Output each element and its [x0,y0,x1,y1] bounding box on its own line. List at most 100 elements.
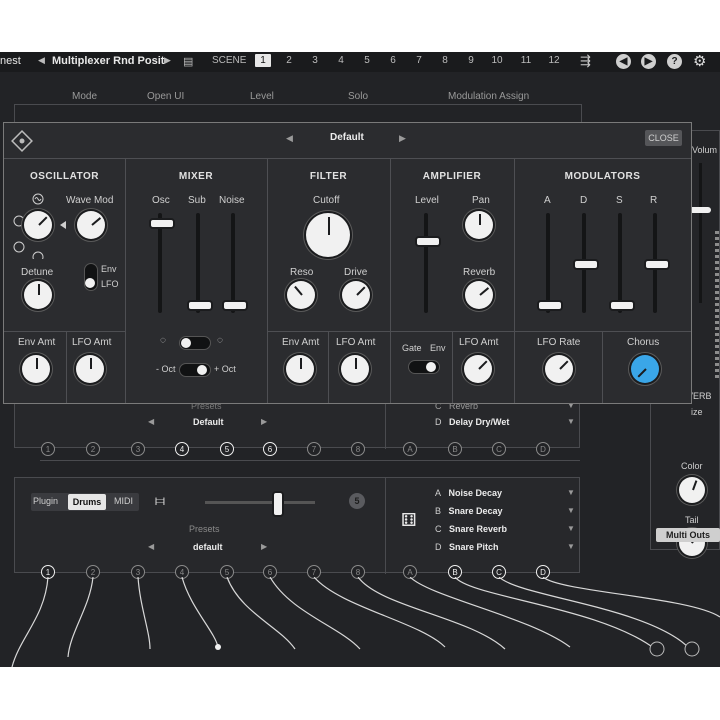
upper-port-4[interactable]: 4 [175,442,189,456]
mixer-osc-thumb[interactable] [149,217,175,229]
modal-preset-name[interactable]: Default [330,132,364,143]
help-icon[interactable]: ? [667,54,682,69]
tab-midi[interactable]: MIDI [114,496,133,506]
upper-mod-port-d[interactable]: D [536,442,550,456]
filter-env-amt-knob[interactable] [286,355,314,383]
scene-12[interactable]: 12 [546,55,562,66]
upper-next-preset[interactable]: ▶ [261,417,267,426]
upper-port-6[interactable]: 6 [263,442,277,456]
attack-track[interactable] [546,213,550,313]
pan-knob[interactable] [465,211,493,239]
solo-badge[interactable]: 5 [349,493,365,509]
scene-7[interactable]: 7 [411,55,427,66]
close-button[interactable]: CLOSE [645,130,682,146]
scene-2[interactable]: 2 [281,55,297,66]
tab-drums[interactable]: Drums [68,494,106,510]
drive-knob[interactable] [342,281,370,309]
drum-mod-slot-c[interactable]: C Snare Reverb [435,524,507,534]
release-thumb[interactable] [644,259,670,270]
next-preset-arrow[interactable]: ▶ [164,55,171,66]
scene-9[interactable]: 9 [463,55,479,66]
scene-4[interactable]: 4 [333,55,349,66]
mixer-noise-thumb[interactable] [222,300,248,312]
drum-mod-slot-a[interactable]: A Noise Decay [435,488,502,498]
drum-mod-dropdown-b[interactable]: ▼ [567,506,575,515]
upper-port-5[interactable]: 5 [220,442,234,456]
mixer-sliders-icon[interactable]: ⧦ [155,492,165,510]
upper-mod-port-b[interactable]: B [448,442,462,456]
volume-thumb[interactable] [689,207,711,213]
osc-env-amt-knob[interactable] [22,355,50,383]
reso-knob[interactable] [287,281,315,309]
drum-mod-slot-b[interactable]: B Snare Decay [435,506,503,516]
drum-mod-slot-d[interactable]: D Snare Pitch [435,542,499,552]
upper-port-3[interactable]: 3 [131,442,145,456]
preset-name[interactable]: Multiplexer Rnd Posit [52,55,164,67]
scene-3[interactable]: 3 [307,55,323,66]
drum-next-preset[interactable]: ▶ [261,542,267,551]
amp-level-track[interactable] [424,213,428,313]
tab-plugin[interactable]: Plugin [33,496,58,506]
scene-11[interactable]: 11 [518,55,534,66]
scene-6[interactable]: 6 [385,55,401,66]
scene-8[interactable]: 8 [437,55,453,66]
upper-prev-preset[interactable]: ◀ [148,417,154,426]
amp-lfo-amt-knob[interactable] [464,355,492,383]
output-jack-right[interactable] [684,641,700,657]
decay-thumb[interactable] [573,259,599,270]
drum-prev-preset[interactable]: ◀ [148,542,154,551]
amp-reverb-knob[interactable] [465,281,493,309]
osc-lfo-amt-knob[interactable] [76,355,104,383]
wave-mod-knob[interactable] [77,211,105,239]
scene-1[interactable]: 1 [255,54,271,67]
scene-5[interactable]: 5 [359,55,375,66]
modal-next-preset[interactable]: ▶ [399,133,406,144]
back-icon[interactable]: ◀ [616,54,631,69]
env-lfo-toggle[interactable] [84,263,98,291]
scene-10[interactable]: 10 [489,55,505,66]
detune-knob[interactable] [24,281,52,309]
amp-level-thumb[interactable] [415,236,441,247]
drum-level-thumb[interactable] [272,491,284,517]
drum-preset-name[interactable]: default [193,542,223,552]
mixer-sub-track[interactable] [196,213,200,313]
gate-env-toggle[interactable] [408,360,440,374]
sustain-thumb[interactable] [609,300,635,312]
drum-mod-dropdown-a[interactable]: ▼ [567,488,575,497]
upper-port-1[interactable]: 1 [41,442,55,456]
tail-label: Tail [685,515,699,525]
upper-mod-port-a[interactable]: A [403,442,417,456]
prev-preset-arrow[interactable]: ◀ [38,55,45,66]
filter-lfo-amt-knob[interactable] [341,355,369,383]
waveform-knob[interactable] [24,211,52,239]
sub-wave-toggle[interactable] [179,336,211,350]
attack-thumb[interactable] [537,300,563,312]
upper-preset-name[interactable]: Default [193,417,224,427]
chorus-knob[interactable] [631,355,659,383]
upper-mod-dropdown-d[interactable]: ▼ [567,417,575,426]
upper-mod-port-c[interactable]: C [492,442,506,456]
upper-port-2[interactable]: 2 [86,442,100,456]
upper-port-8[interactable]: 8 [351,442,365,456]
mixer-sub-thumb[interactable] [187,300,213,312]
export-icon[interactable]: ⇶ [580,53,591,69]
color-knob[interactable] [679,477,705,503]
cable-endpoint[interactable] [215,644,221,650]
forward-icon[interactable]: ▶ [641,54,656,69]
oct-toggle[interactable] [179,363,211,377]
lfo-rate-knob[interactable] [545,355,573,383]
mixer-noise-track[interactable] [231,213,235,313]
keyboard-icon[interactable]: ▤ [183,55,193,68]
dice-icon[interactable]: ⚅ [401,510,417,531]
upper-port-7[interactable]: 7 [307,442,321,456]
sustain-track[interactable] [618,213,622,313]
modal-prev-preset[interactable]: ◀ [286,133,293,144]
drum-level-track[interactable] [205,501,315,504]
volume-track[interactable] [699,163,702,303]
gear-icon[interactable]: ⚙ [693,52,706,70]
cutoff-knob[interactable] [306,213,350,257]
output-jack-left[interactable] [649,641,665,657]
multi-outs-button[interactable]: Multi Outs [656,528,720,542]
drum-mod-dropdown-c[interactable]: ▼ [567,524,575,533]
drum-mod-dropdown-d[interactable]: ▼ [567,542,575,551]
